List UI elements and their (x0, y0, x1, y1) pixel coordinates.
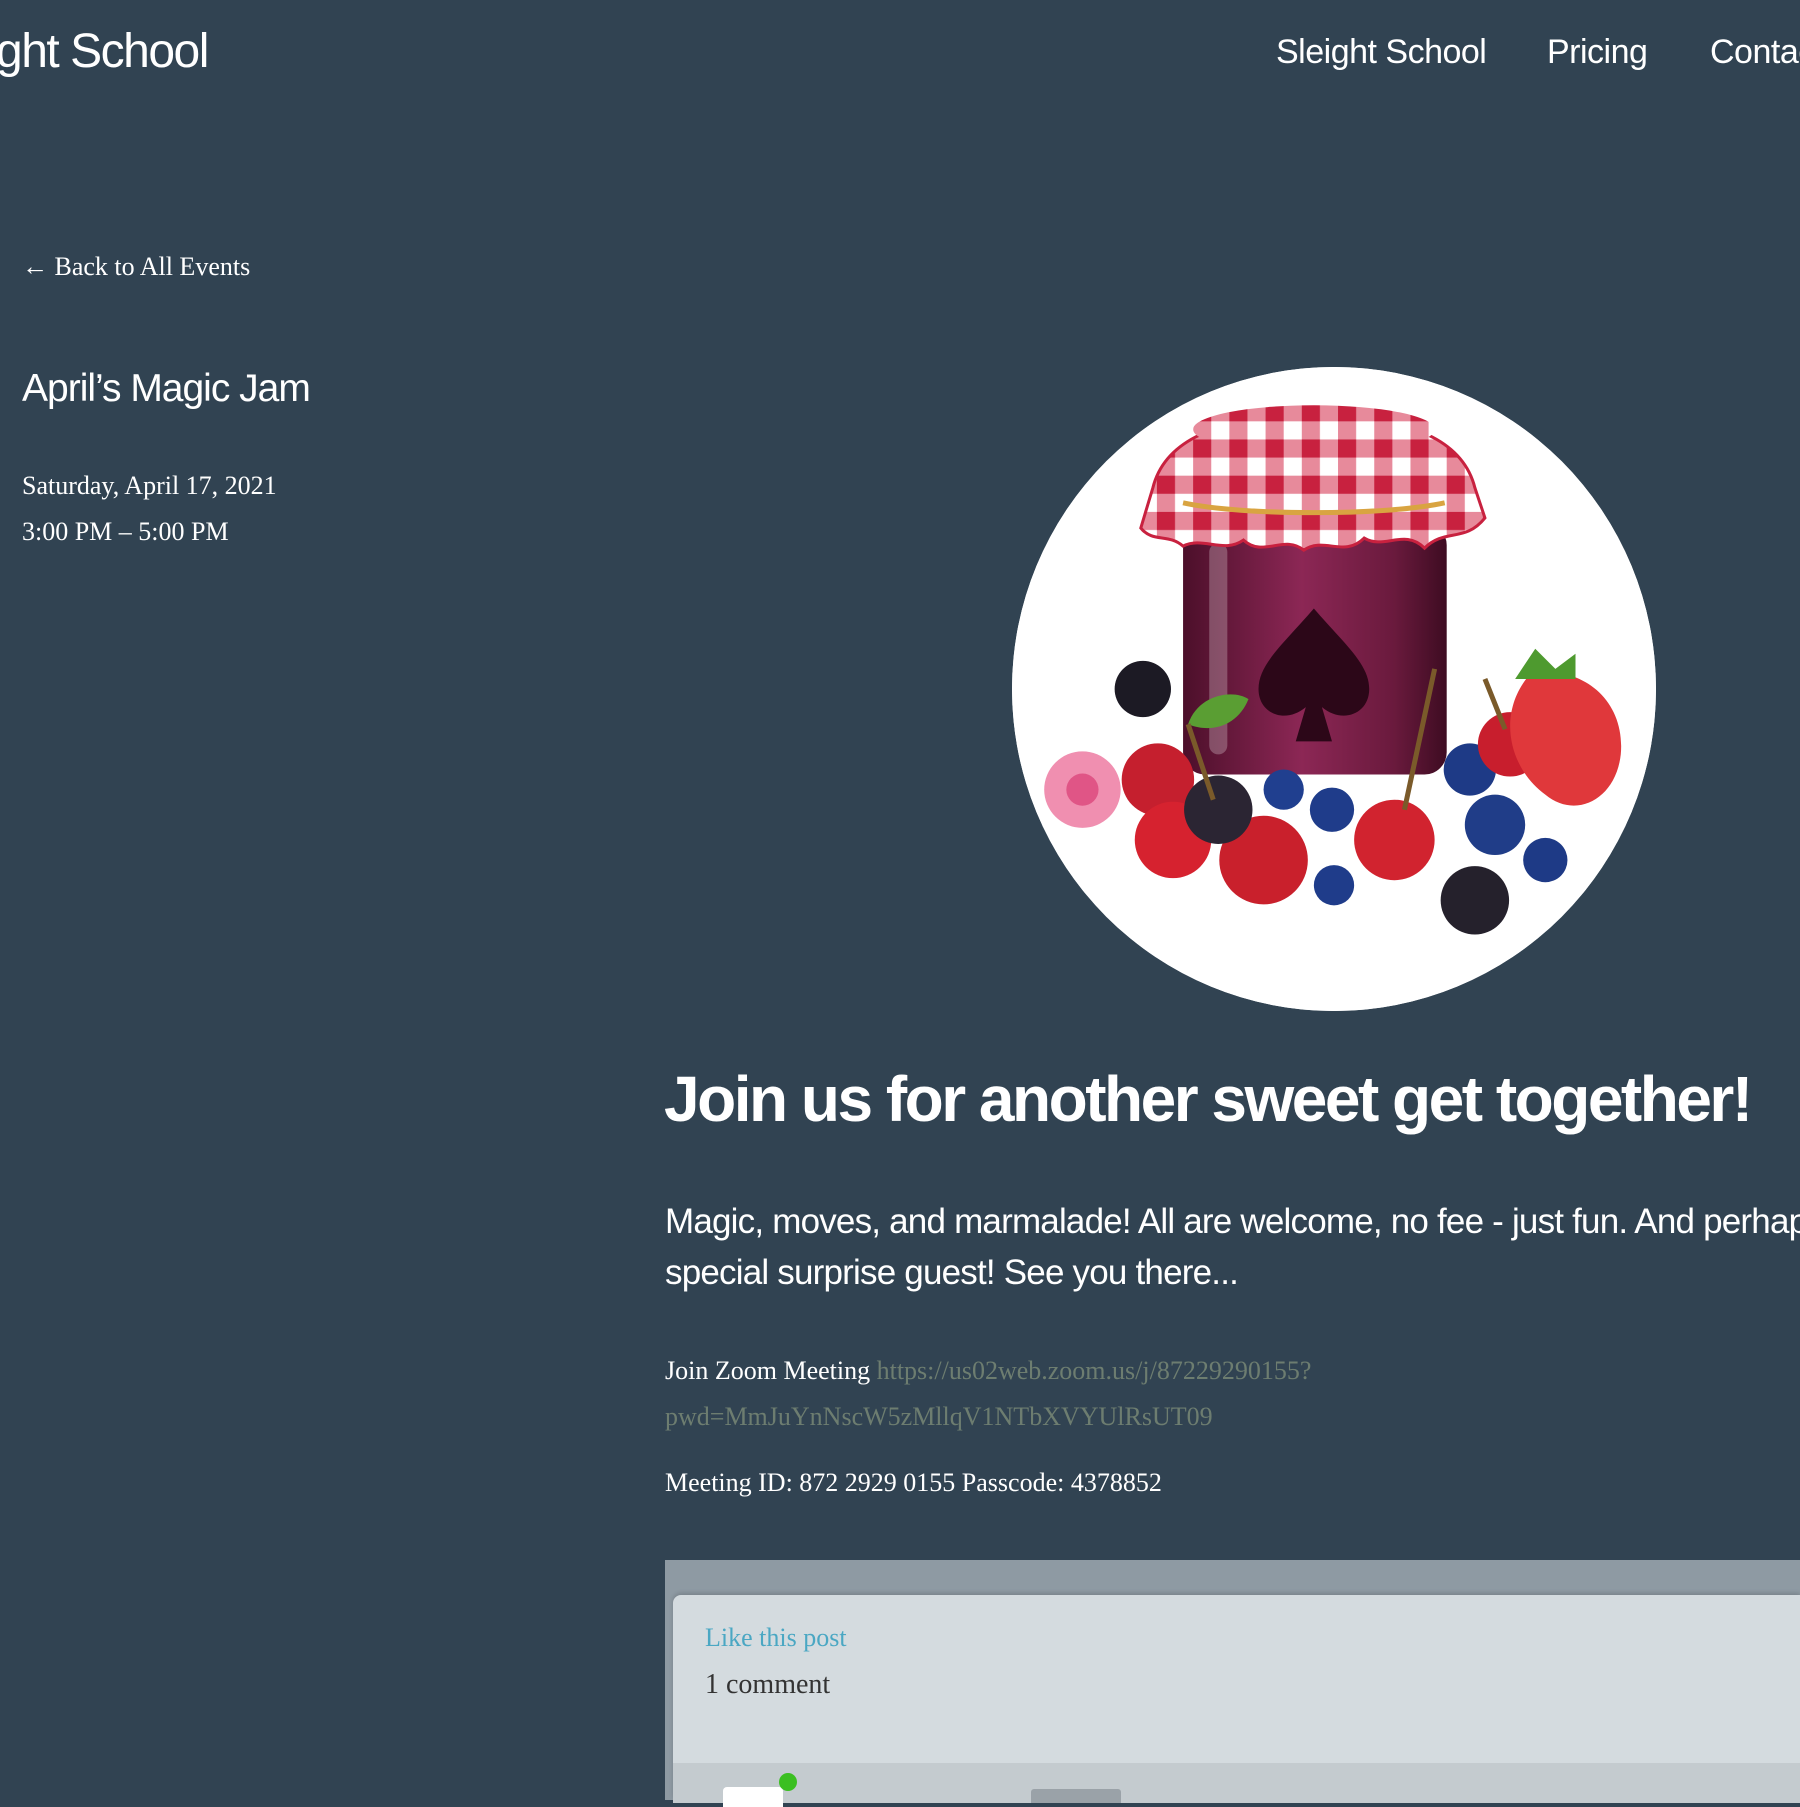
event-date: Saturday, April 17, 2021 (22, 471, 277, 500)
comment-count[interactable]: 1 comment (705, 1669, 830, 1701)
nav-link-pricing[interactable]: Pricing (1547, 33, 1648, 72)
comment-toolbar-stub (1031, 1789, 1121, 1803)
intro-paragraph: Magic, moves, and marmalade! All are wel… (665, 1202, 1800, 1292)
nav-link-sleight-school[interactable]: Sleight School (1276, 33, 1487, 72)
comment-composer-bar (673, 1763, 1800, 1807)
main-heading: Join us for another sweet get together! (664, 1063, 1753, 1135)
like-post-link[interactable]: Like this post (705, 1623, 847, 1653)
event-hero-image (1012, 367, 1656, 1011)
jam-jar-spade-icon (1012, 367, 1656, 1011)
comments-card: Like this post 1 comment (673, 1595, 1800, 1807)
zoom-label: Join Zoom Meeting (665, 1356, 871, 1385)
event-title: April’s Magic Jam (22, 367, 311, 410)
event-time: 3:00 PM – 5:00 PM (22, 517, 229, 546)
avatar (723, 1787, 783, 1807)
online-status-icon (779, 1773, 797, 1791)
site-logo[interactable]: Sleight School (0, 24, 209, 79)
back-to-events-link[interactable]: ← Back to All Events (22, 252, 250, 282)
zoom-meeting-line: Join Zoom Meeting https://us02web.zoom.u… (665, 1348, 1785, 1440)
nav-link-contact[interactable]: Contact (1710, 33, 1800, 72)
comments-section: Like this post 1 comment (665, 1560, 1800, 1807)
meeting-info: Meeting ID: 872 2929 0155 Passcode: 4378… (665, 1468, 1162, 1497)
